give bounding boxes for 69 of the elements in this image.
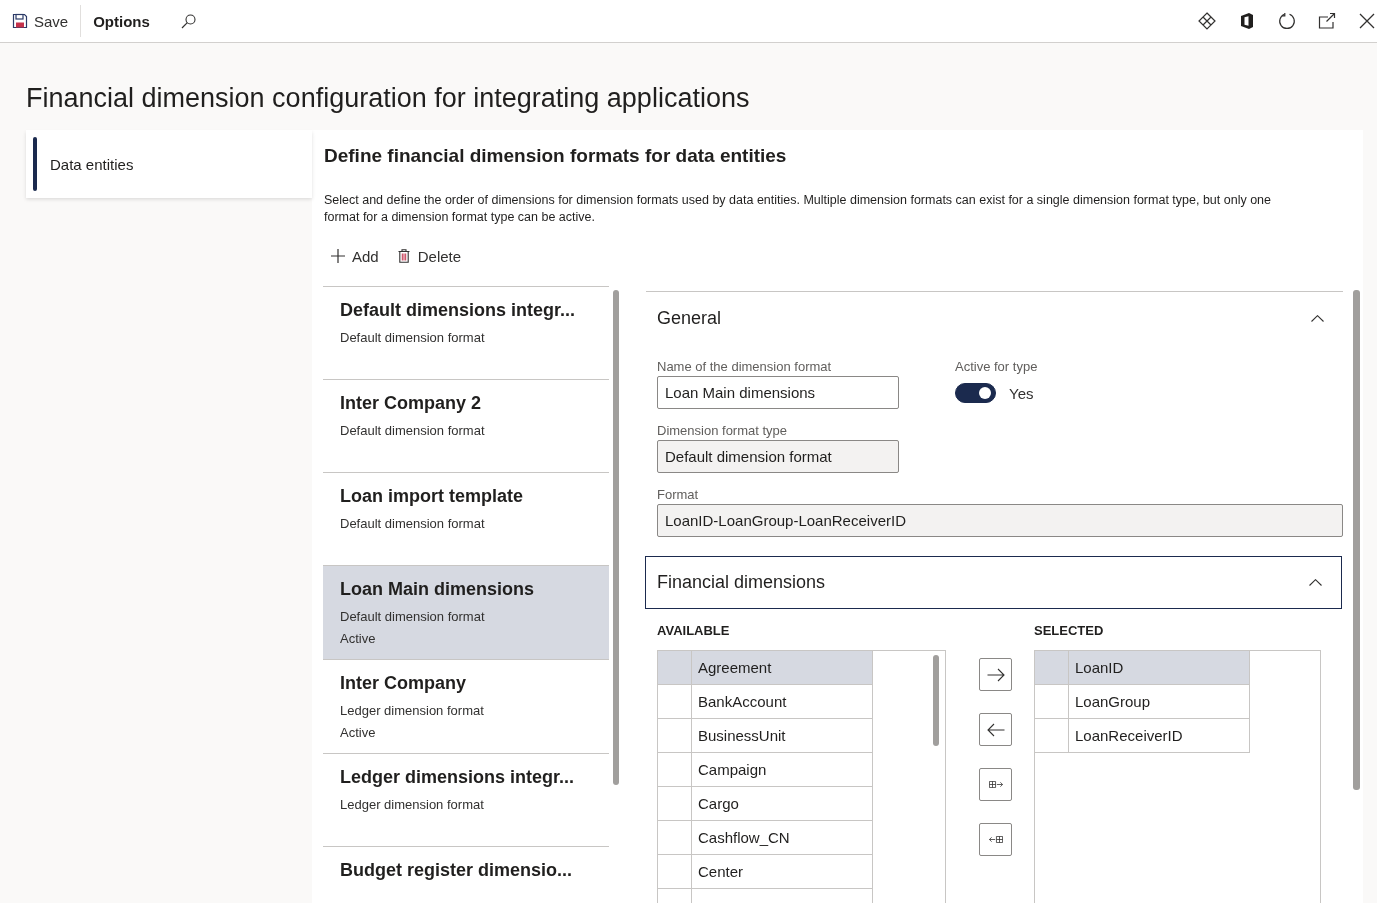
list-heading: AVAILABLE xyxy=(657,622,731,639)
section-heading: Define financial dimension formats for data entities xyxy=(324,144,788,168)
grid-right-arrow-icon xyxy=(988,781,1003,788)
format-status-text: Active xyxy=(340,724,377,742)
chevron-up-icon xyxy=(1311,315,1324,322)
format-title: Budget register dimensio... xyxy=(340,859,574,882)
toggle-value-text: Yes xyxy=(1009,384,1034,402)
dimension-row[interactable]: Cargo xyxy=(658,787,873,821)
format-type-text: Ledger dimension format xyxy=(340,796,485,814)
field-label: Active for type xyxy=(955,358,1038,375)
move-right-button[interactable] xyxy=(979,658,1012,691)
left-arrow-icon xyxy=(986,722,1005,737)
scrollbar[interactable] xyxy=(613,290,619,785)
close-icon[interactable] xyxy=(1358,12,1376,30)
plus-icon xyxy=(331,249,345,263)
text-field[interactable]: Default dimension format xyxy=(657,440,899,473)
format-type-text: Default dimension format xyxy=(340,329,486,347)
format-status-text: Active xyxy=(340,630,377,648)
delete-button[interactable]: Delete xyxy=(396,241,462,271)
nav-tab[interactable]: Data entities xyxy=(26,130,312,198)
move-left-button[interactable] xyxy=(979,713,1012,746)
section-header[interactable]: Financial dimensions xyxy=(645,556,1342,609)
dimension-row[interactable]: LoanGroup xyxy=(1035,685,1250,719)
search-icon[interactable] xyxy=(180,13,196,29)
field-label: Name of the dimension format xyxy=(657,358,833,375)
format-title: Loan import template xyxy=(340,485,524,508)
field-label: Format xyxy=(657,486,700,503)
dimension-row[interactable]: LoanReceiverID xyxy=(1035,719,1250,753)
format-type-text: Default dimension format xyxy=(340,422,486,440)
format-title: Inter Company xyxy=(340,672,468,695)
panel-icon[interactable] xyxy=(1238,12,1256,30)
popout-icon[interactable] xyxy=(1318,12,1336,30)
move-all-right-button[interactable] xyxy=(979,768,1012,801)
format-title: Ledger dimensions integr... xyxy=(340,766,576,789)
move-all-left-button[interactable] xyxy=(979,823,1012,856)
dimension-row[interactable]: BankAccount xyxy=(658,685,873,719)
list-heading: SELECTED xyxy=(1034,622,1105,639)
format-type-text: Ledger dimension format xyxy=(340,702,485,720)
dimension-row[interactable]: BusinessUnit xyxy=(658,719,873,753)
format-title: Default dimensions integr... xyxy=(340,299,577,322)
section-description: Select and define the order of dimensions for dimension formats used by data entities. Multiple dimension formats can exist for a single dimension format type, but only one format for a dimension format type can be active. xyxy=(324,192,1273,226)
format-list-item[interactable]: Loan Main dimensions Default dimension format Active xyxy=(323,566,609,660)
text-field[interactable]: LoanID-LoanGroup-LoanReceiverID xyxy=(657,504,1343,537)
text-field[interactable]: Loan Main dimensions xyxy=(657,376,899,409)
dimension-row[interactable]: Campaign xyxy=(658,753,873,787)
save-button[interactable]: Save xyxy=(8,6,73,36)
field-label: Dimension format type xyxy=(657,422,789,439)
save-icon xyxy=(12,13,28,29)
dimension-row[interactable]: Center xyxy=(658,855,873,889)
format-title: Inter Company 2 xyxy=(340,392,483,415)
scrollbar[interactable] xyxy=(1353,290,1360,790)
dimension-row[interactable]: Cashflow_CN xyxy=(658,821,873,855)
page-title: Financial dimension configuration for integrating applications xyxy=(26,82,751,113)
dimension-row[interactable]: Agreement xyxy=(658,651,873,685)
scrollbar[interactable] xyxy=(933,655,939,746)
section-header[interactable]: General xyxy=(646,291,1343,345)
refresh-icon[interactable] xyxy=(1278,12,1296,30)
options-tab[interactable]: Options xyxy=(93,6,150,36)
dimension-row[interactable]: LoanID xyxy=(1035,651,1250,685)
chevron-up-icon xyxy=(1309,579,1322,586)
toggle-switch[interactable] xyxy=(955,383,996,403)
trash-icon xyxy=(396,249,411,263)
right-arrow-icon xyxy=(986,667,1005,682)
format-type-text: Default dimension format xyxy=(340,515,486,533)
diamond-grid-icon[interactable] xyxy=(1198,12,1216,30)
add-button[interactable]: Add xyxy=(331,241,379,271)
left-arrow-grid-icon xyxy=(988,836,1003,843)
format-type-text: Default dimension format xyxy=(340,608,486,626)
format-title: Loan Main dimensions xyxy=(340,578,536,601)
